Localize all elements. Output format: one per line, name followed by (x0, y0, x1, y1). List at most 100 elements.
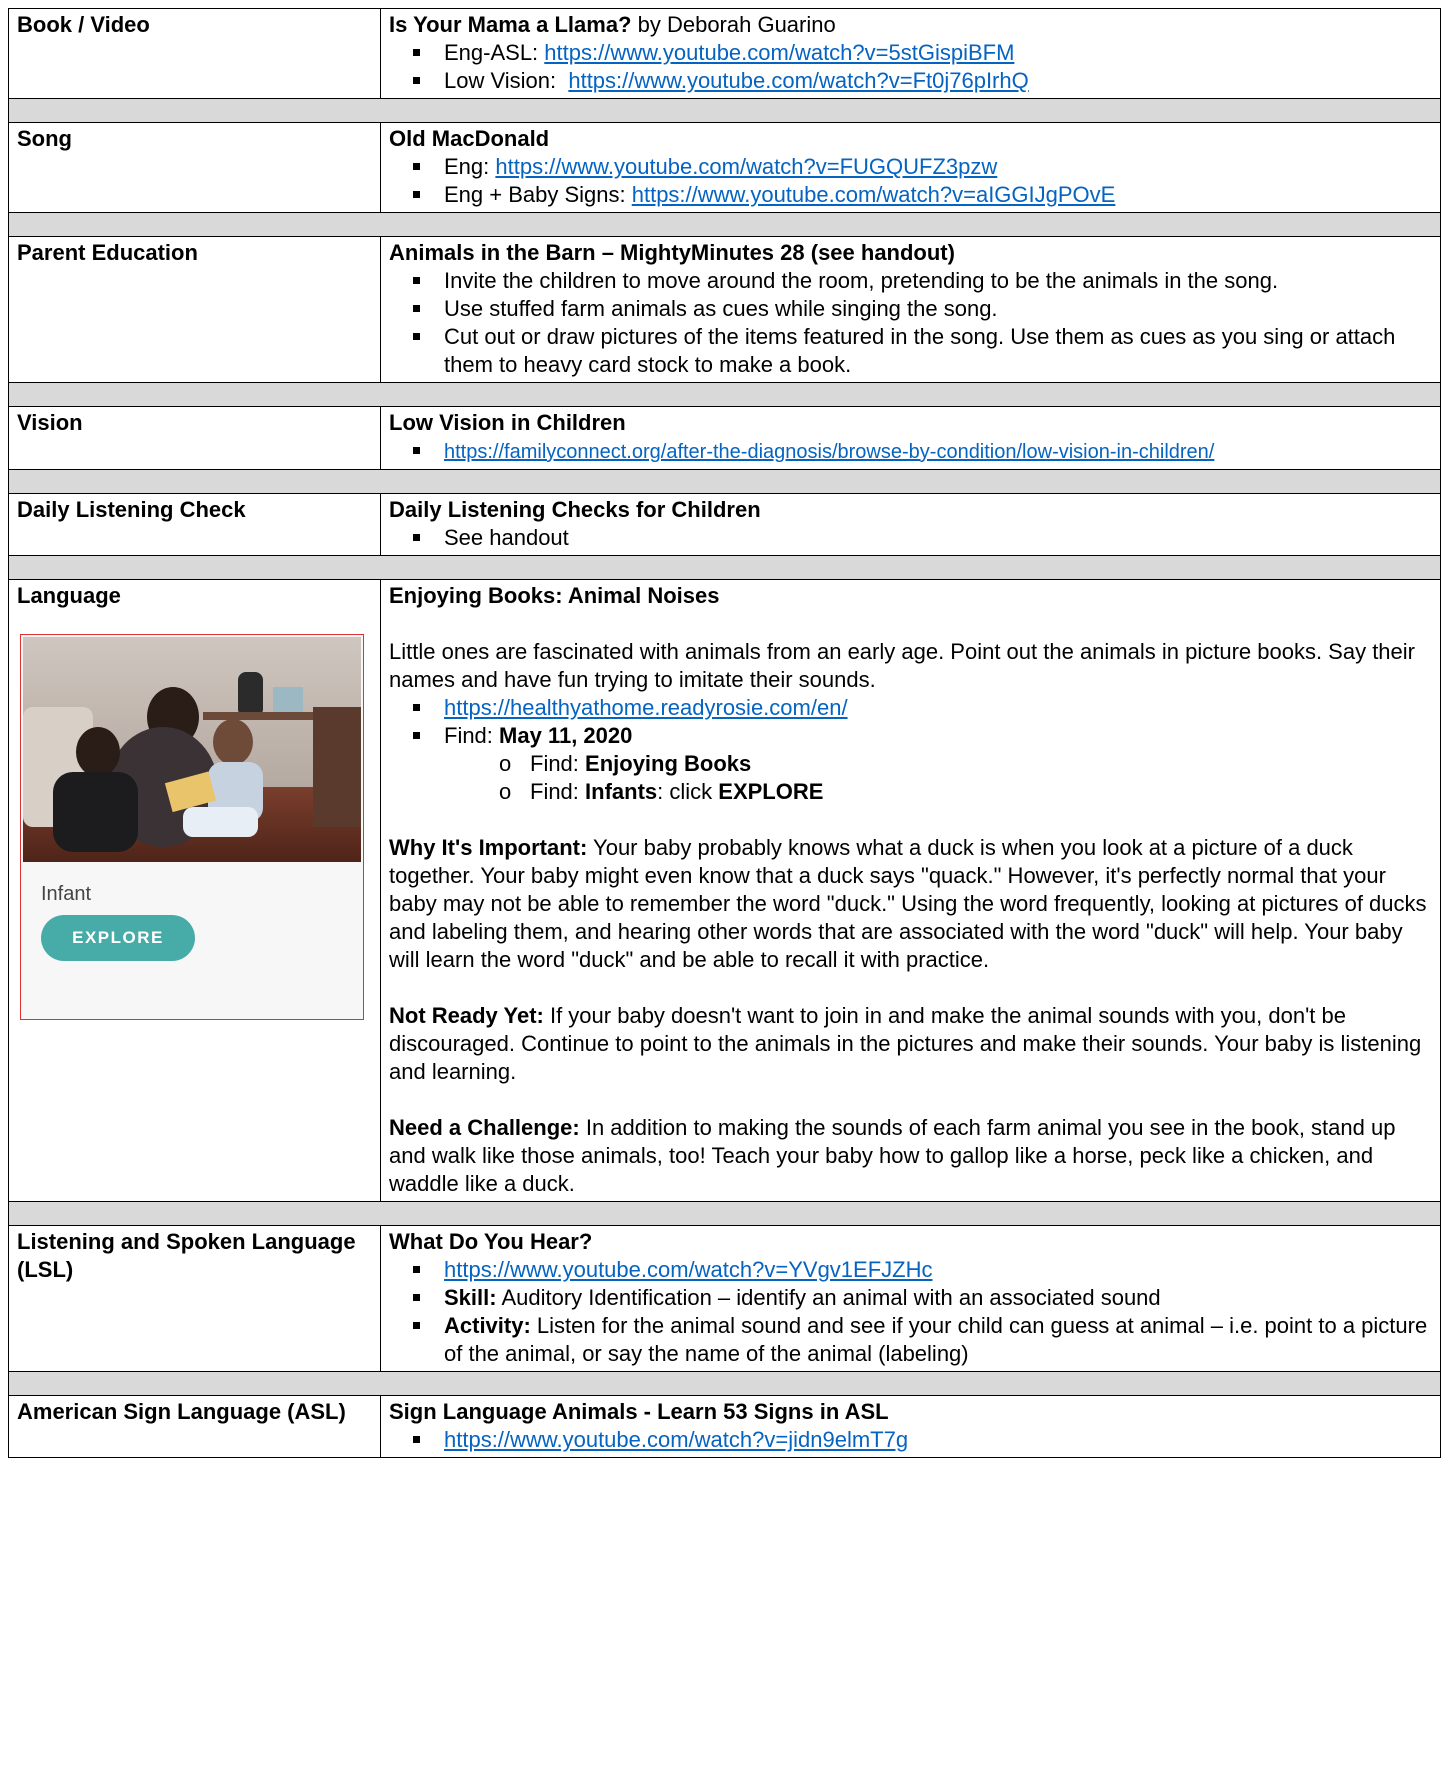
list-item: Low Vision: https://www.youtube.com/watc… (412, 67, 1432, 95)
row-label: Vision (8, 406, 381, 470)
explore-button[interactable]: EXPLORE (41, 915, 195, 961)
row-lsl: Listening and Spoken Language (LSL) What… (8, 1225, 1441, 1372)
separator (8, 212, 1441, 237)
separator-row (8, 382, 1441, 407)
row-asl: American Sign Language (ASL) Sign Langua… (8, 1395, 1441, 1458)
row-content: Enjoying Books: Animal Noises Little one… (380, 579, 1441, 1202)
list-item: https://healthyathome.readyrosie.com/en/ (412, 694, 1432, 722)
row-label-cell: Language Infant EXPLORE (8, 579, 381, 1202)
card-caption: Infant (41, 883, 92, 905)
resource-table: Book / Video Is Your Mama a Llama? by De… (8, 8, 1441, 1458)
readyrosie-link[interactable]: https://healthyathome.readyrosie.com/en/ (444, 695, 848, 720)
list-item: Find: May 11, 2020 Find: Enjoying Books … (412, 722, 1432, 806)
list-item: https://www.youtube.com/watch?v=jidn9elm… (412, 1426, 1432, 1454)
list-item: https://familyconnect.org/after-the-diag… (412, 437, 1432, 466)
list-item: Use stuffed farm animals as cues while s… (412, 295, 1432, 323)
list-item: Eng-ASL: https://www.youtube.com/watch?v… (412, 39, 1432, 67)
separator (8, 469, 1441, 494)
photo-illustration (23, 637, 361, 862)
skill-text: Auditory Identification – identify an an… (496, 1285, 1161, 1310)
row-label: Song (8, 122, 381, 213)
row-content: Old MacDonald Eng: https://www.youtube.c… (380, 122, 1441, 213)
language-title: Enjoying Books: Animal Noises (389, 583, 720, 608)
skill-label: Skill: (444, 1285, 497, 1310)
item-prefix: Eng-ASL: (444, 40, 545, 65)
separator (8, 98, 1441, 123)
row-song: Song Old MacDonald Eng: https://www.yout… (8, 122, 1441, 213)
separator (8, 1201, 1441, 1226)
row-label: Listening and Spoken Language (LSL) (8, 1225, 381, 1372)
list-item: Activity: Listen for the animal sound an… (412, 1312, 1432, 1368)
vision-title: Low Vision in Children (389, 410, 626, 435)
row-content: What Do You Hear? https://www.youtube.co… (380, 1225, 1441, 1372)
row-daily-listening: Daily Listening Check Daily Listening Ch… (8, 493, 1441, 556)
book-author: by Deborah Guarino (631, 12, 836, 37)
readyrosie-card: Infant EXPLORE (20, 634, 364, 1020)
row-content: Sign Language Animals - Learn 53 Signs i… (380, 1395, 1441, 1458)
separator-row (8, 98, 1441, 123)
activity-label: Activity: (444, 1313, 531, 1338)
parent-title: Animals in the Barn – MightyMinutes 28 (… (389, 240, 955, 265)
row-label: Parent Education (8, 236, 381, 383)
find-action: EXPLORE (718, 779, 824, 804)
family-reading-photo (23, 637, 361, 862)
not-ready-label: Not Ready Yet: (389, 1003, 544, 1028)
row-label: American Sign Language (ASL) (8, 1395, 381, 1458)
separator-row (8, 1371, 1441, 1396)
not-ready-text: If your baby doesn't want to join in and… (389, 1003, 1422, 1084)
asl-animals-link[interactable]: https://www.youtube.com/watch?v=jidn9elm… (444, 1427, 908, 1452)
not-ready-paragraph: Not Ready Yet: If your baby doesn't want… (389, 1002, 1432, 1086)
list-item: Cut out or draw pictures of the items fe… (412, 323, 1432, 379)
separator-row (8, 555, 1441, 580)
row-parent-education: Parent Education Animals in the Barn – M… (8, 236, 1441, 383)
why-label: Why It's Important: (389, 835, 588, 860)
item-prefix: Eng + Baby Signs: (444, 182, 632, 207)
row-label: Book / Video (8, 8, 381, 99)
separator (8, 382, 1441, 407)
row-book-video: Book / Video Is Your Mama a Llama? by De… (8, 8, 1441, 99)
row-content: Low Vision in Children https://familycon… (380, 406, 1441, 470)
separator (8, 555, 1441, 580)
row-content: Is Your Mama a Llama? by Deborah Guarino… (380, 8, 1441, 99)
find-prefix: Find: (530, 779, 586, 804)
row-label: Daily Listening Check (8, 493, 381, 556)
separator-row (8, 469, 1441, 494)
find-rest: : click (657, 779, 719, 804)
find-prefix: Find: (444, 723, 500, 748)
list-item: Invite the children to move around the r… (412, 267, 1432, 295)
separator (8, 1371, 1441, 1396)
book-title: Is Your Mama a Llama? (389, 12, 632, 37)
eng-song-link[interactable]: https://www.youtube.com/watch?v=FUGQUFZ3… (495, 154, 997, 179)
familyconnect-link[interactable]: https://familyconnect.org/after-the-diag… (444, 441, 1214, 463)
eng-asl-link[interactable]: https://www.youtube.com/watch?v=5stGispi… (544, 40, 1014, 65)
list-item: Eng + Baby Signs: https://www.youtube.co… (412, 181, 1432, 209)
find-target: Enjoying Books (585, 751, 752, 776)
separator-row (8, 212, 1441, 237)
find-target: Infants (585, 779, 658, 804)
activity-text: Listen for the animal sound and see if y… (444, 1313, 1428, 1366)
what-do-you-hear-link[interactable]: https://www.youtube.com/watch?v=YVgv1EFJ… (444, 1257, 932, 1282)
list-item: https://www.youtube.com/watch?v=YVgv1EFJ… (412, 1256, 1432, 1284)
row-language: Language Infant EXPLORE Enjoying Books: … (8, 579, 1441, 1202)
row-label: Language (17, 583, 121, 608)
song-title: Old MacDonald (389, 126, 550, 151)
row-content: Daily Listening Checks for Children See … (380, 493, 1441, 556)
baby-signs-link[interactable]: https://www.youtube.com/watch?v=aIGGIJgP… (632, 182, 1116, 207)
item-prefix: Eng: (444, 154, 496, 179)
row-content: Animals in the Barn – MightyMinutes 28 (… (380, 236, 1441, 383)
separator-row (8, 1201, 1441, 1226)
sub-list-item: Find: Enjoying Books (499, 750, 1432, 778)
list-item: See handout (412, 524, 1432, 552)
listening-title: Daily Listening Checks for Children (389, 497, 761, 522)
find-prefix: Find: (530, 751, 586, 776)
row-vision: Vision Low Vision in Children https://fa… (8, 406, 1441, 470)
low-vision-link[interactable]: https://www.youtube.com/watch?v=Ft0j76pI… (568, 68, 1028, 93)
why-important-paragraph: Why It's Important: Your baby probably k… (389, 834, 1432, 974)
language-intro: Little ones are fascinated with animals … (389, 639, 1415, 692)
list-item: Skill: Auditory Identification – identif… (412, 1284, 1432, 1312)
item-prefix: Low Vision: (444, 68, 569, 93)
list-item: Eng: https://www.youtube.com/watch?v=FUG… (412, 153, 1432, 181)
challenge-label: Need a Challenge: (389, 1115, 580, 1140)
find-date: May 11, 2020 (499, 723, 633, 748)
challenge-paragraph: Need a Challenge: In addition to making … (389, 1114, 1432, 1198)
